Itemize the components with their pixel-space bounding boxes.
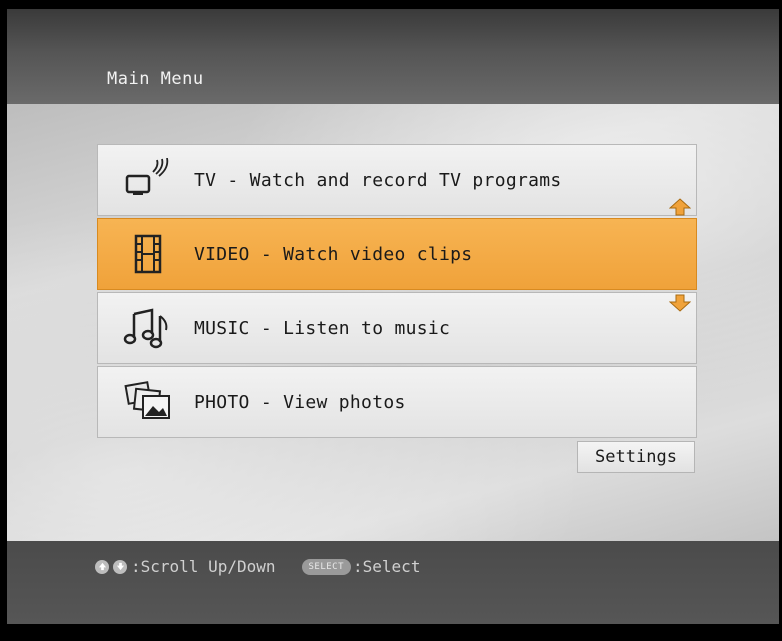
content-area: TV - Watch and record TV programs VIDEO …: [7, 104, 779, 541]
menu-item-video[interactable]: VIDEO - Watch video clips: [97, 218, 697, 290]
header-bar: Main Menu: [7, 9, 779, 104]
tv-icon: [118, 154, 178, 206]
footer-bar: :Scroll Up/Down SELECT :Select: [7, 541, 779, 624]
footer-hint: :Scroll Up/Down SELECT :Select: [95, 557, 420, 576]
scroll-hint-label: :Scroll Up/Down: [131, 557, 276, 576]
menu-item-label: VIDEO - Watch video clips: [194, 243, 473, 265]
menu-item-photo[interactable]: PHOTO - View photos: [97, 366, 697, 438]
photo-icon: [118, 376, 178, 428]
menu-item-label: TV - Watch and record TV programs: [194, 169, 562, 191]
select-hint-label: :Select: [353, 557, 421, 576]
scroll-down-arrow-icon[interactable]: [669, 294, 691, 312]
menu-item-tv[interactable]: TV - Watch and record TV programs: [97, 144, 697, 216]
scroll-up-arrow-icon[interactable]: [669, 198, 691, 216]
down-button-icon: [113, 559, 127, 574]
film-icon: [118, 228, 178, 280]
menu-item-label: MUSIC - Listen to music: [194, 317, 451, 339]
page-title: Main Menu: [107, 69, 204, 89]
main-menu-list: TV - Watch and record TV programs VIDEO …: [97, 144, 697, 440]
music-note-icon: [118, 302, 178, 354]
select-button-icon: SELECT: [301, 558, 352, 575]
menu-item-label: PHOTO - View photos: [194, 391, 406, 413]
up-button-icon: [95, 559, 109, 574]
settings-button[interactable]: Settings: [577, 441, 695, 473]
menu-item-music[interactable]: MUSIC - Listen to music: [97, 292, 697, 364]
tv-menu-screen: Main Menu TV - Watch and record TV progr…: [7, 9, 779, 624]
